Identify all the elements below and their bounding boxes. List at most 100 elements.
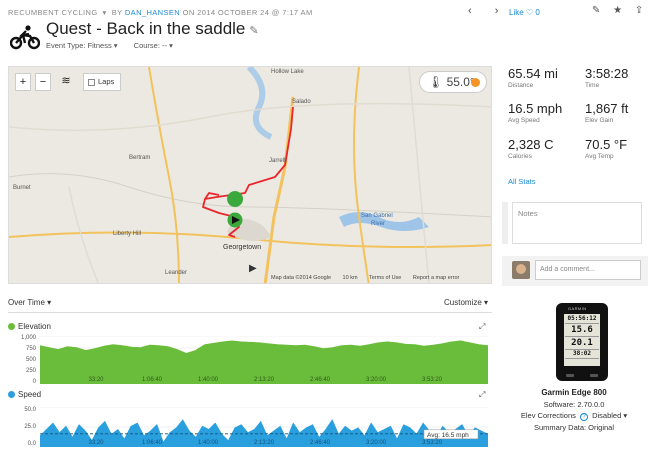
heart-icon: ♡	[525, 8, 534, 17]
x-tick-label: 1:40:00	[198, 377, 219, 383]
svg-text:Salado: Salado	[292, 99, 311, 105]
svg-text:River: River	[371, 221, 385, 227]
y-tick: 500	[25, 357, 36, 363]
x-tick-label: 2:46:40	[310, 440, 331, 446]
stat-distance: 65.54 mi Distance	[508, 66, 558, 89]
elevation-dot-icon	[8, 323, 15, 330]
x-tick-label: 3:53:20	[422, 377, 443, 383]
breadcrumb: RECUMBENT CYCLING ▾ BY DAN_HANSEN ON 201…	[8, 8, 313, 17]
y-tick: 0.0	[27, 441, 36, 447]
edit-title-icon[interactable]: ✎	[249, 25, 258, 37]
stat-avg-speed: 16.5 mph Avg Speed	[508, 101, 562, 124]
y-tick: 25.0	[24, 424, 36, 430]
customize-dropdown[interactable]: Customize ▾	[444, 298, 488, 307]
stat-avg-temp: 70.5 °F Avg Temp	[585, 137, 627, 160]
stat-label: Avg Speed	[508, 117, 540, 124]
x-tick-label: 2:46:40	[310, 377, 331, 383]
elevation-chart-label[interactable]: Elevation	[8, 322, 51, 331]
header-action-icons[interactable]: ✎ ★ ⇪ ⚙	[592, 5, 648, 16]
activity-meta: Event Type: Fitness ▾ Course: -- ▾	[46, 41, 187, 50]
sun-icon	[471, 78, 480, 87]
like-button[interactable]: Like ♡ 0	[509, 8, 540, 17]
svg-text:Leander: Leander	[165, 270, 187, 276]
x-tick-label: 2:13:20	[254, 377, 275, 383]
map-canvas: Hollow Lake Salado Jarrell Bertram Burne…	[9, 67, 491, 283]
over-time-dropdown[interactable]: Over Time ▾	[8, 298, 51, 307]
comment-input[interactable]: Add a comment...	[535, 260, 641, 280]
divider	[8, 312, 492, 313]
laps-toggle[interactable]: Laps	[83, 73, 122, 91]
svg-text:San Gabriel: San Gabriel	[361, 213, 393, 219]
notes-field[interactable]: Notes	[512, 202, 642, 244]
avg-speed-label: Avg: 16.5 mph	[427, 432, 469, 439]
activity-title: Quest - Back in the saddle	[46, 19, 246, 38]
like-label: Like	[509, 8, 524, 17]
event-type-select[interactable]: Event Type: Fitness ▾	[46, 41, 118, 50]
prev-next-arrows[interactable]: ‹ ›	[468, 5, 508, 17]
stat-value: 3:58:28	[585, 66, 629, 81]
route-map[interactable]: Hollow Lake Salado Jarrell Bertram Burne…	[8, 66, 492, 284]
terms-link[interactable]: Terms of Use	[369, 275, 401, 281]
svg-text:Liberty Hill: Liberty Hill	[113, 231, 141, 237]
stat-label: Calories	[508, 153, 532, 160]
x-tick-label: 3:20:00	[366, 440, 387, 446]
svg-text:Bertram: Bertram	[129, 155, 150, 161]
device-brand: GARMIN	[568, 306, 587, 311]
speed-chart[interactable]: 33:20 1:06:40 1:40:00 2:13:20 2:46:40 3:20:00…	[40, 407, 488, 447]
report-error-link[interactable]: Report a map error	[413, 275, 459, 281]
zoom-out-button[interactable]: −	[35, 73, 51, 91]
all-stats-link[interactable]: All Stats	[508, 177, 536, 186]
stat-label: Distance	[508, 82, 534, 89]
map-scale: 10 km	[342, 275, 358, 281]
device-button	[566, 374, 574, 377]
y-tick: 50.0	[24, 407, 36, 413]
play-icon[interactable]: ▶	[249, 263, 257, 274]
x-tick-label: 33:20	[88, 377, 104, 383]
recumbent-bike-icon	[10, 25, 40, 50]
activity-page: RECUMBENT CYCLING ▾ BY DAN_HANSEN ON 201…	[0, 0, 648, 455]
device-name: Garmin Edge 800	[541, 388, 607, 397]
x-tick-label: 1:06:40	[142, 377, 163, 383]
x-tick-label: 3:20:00	[366, 377, 387, 383]
screen-readout: 20.1	[565, 337, 599, 350]
x-tick-label: 3:53:20	[422, 440, 443, 446]
help-icon[interactable]: ?	[579, 413, 588, 421]
zoom-in-button[interactable]: +	[15, 73, 31, 91]
elevation-chart[interactable]: 33:20 1:06:40 1:40:00 2:13:20 2:46:40 3:20:00…	[40, 336, 488, 384]
activity-date: ON 2014 OCTOBER 24 @ 7:17 AM	[182, 8, 313, 17]
stat-label: Elev Gain	[585, 117, 614, 124]
layers-icon[interactable]: ≋	[57, 73, 75, 91]
user-link[interactable]: DAN_HANSEN	[125, 8, 180, 17]
device-screen: 05:56:12 15.6 20.1 38:02	[564, 314, 600, 366]
device-button	[590, 374, 598, 377]
svg-text:Georgetown: Georgetown	[223, 244, 261, 251]
laps-checkbox[interactable]	[88, 78, 95, 86]
stat-value: 1,867 ft	[585, 101, 629, 116]
elev-corrections-select[interactable]: Disabled ▾	[592, 411, 627, 420]
speed-chart-label[interactable]: Speed	[8, 390, 41, 399]
speed-label: Speed	[18, 390, 42, 399]
thermometer-icon: 🌡︎	[428, 75, 444, 89]
elevation-label: Elevation	[18, 322, 51, 331]
activity-category[interactable]: RECUMBENT CYCLING	[8, 8, 98, 17]
screen-readout: 05:56:12	[565, 315, 599, 324]
svg-text:Hollow Lake: Hollow Lake	[271, 69, 304, 75]
y-tick: 0	[32, 379, 36, 385]
elev-corrections-label: Elev Corrections	[520, 411, 576, 420]
expand-speed-icon[interactable]: ⤢	[479, 390, 485, 400]
device-image: GARMIN 05:56:12 15.6 20.1 38:02	[556, 303, 608, 381]
x-tick-label: 1:40:00	[198, 440, 219, 446]
map-attribution: Map data ©2014 Google 10 km Terms of Use…	[271, 275, 469, 281]
svg-text:Burnet: Burnet	[13, 185, 31, 191]
expand-elevation-icon[interactable]: ⤢	[479, 322, 485, 332]
notes-side-bar	[502, 202, 508, 244]
stat-time: 3:58:28 Time	[585, 66, 628, 89]
x-tick-label: 2:13:20	[254, 440, 275, 446]
stat-label: Time	[585, 82, 600, 89]
screen-readout: 15.6	[565, 324, 599, 337]
course-select[interactable]: Course: -- ▾	[134, 41, 173, 50]
speed-dot-icon	[8, 391, 15, 398]
y-tick: 1,000	[20, 335, 36, 341]
x-tick-label: 1:06:40	[142, 440, 163, 446]
y-tick: 250	[25, 368, 36, 374]
